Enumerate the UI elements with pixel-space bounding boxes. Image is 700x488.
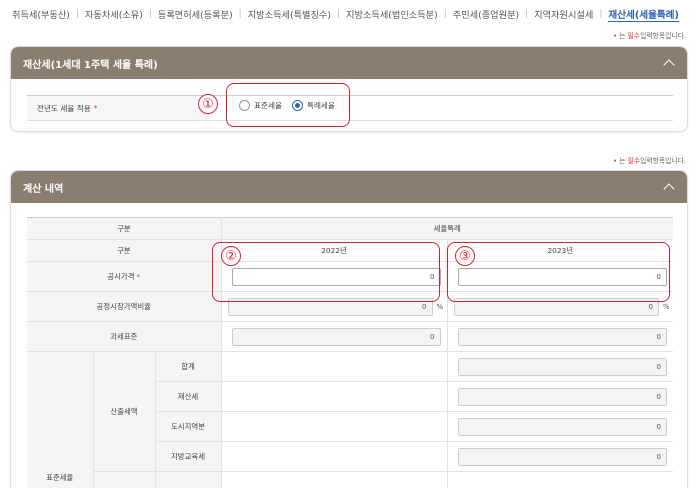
annotation-box-3: [447, 242, 670, 302]
education-tax-2023-field: 0: [457, 447, 668, 466]
standard-rate-group: 표준세율: [27, 351, 94, 488]
required-note-2: • 는 필수입력항목입니다.: [613, 157, 686, 165]
table-header-row: 구분 세율특례: [27, 217, 674, 240]
chevron-up-icon[interactable]: [663, 181, 675, 193]
calculated-tax-group: 산출세액: [93, 351, 156, 472]
tab-local-income-corporate[interactable]: 지방소득세(법인소득분): [346, 7, 438, 21]
annotation-box-1: [226, 83, 350, 127]
tax-type-nav: 취득세(부동산) | 자동차세(소유) | 등록면허세(등록분) | 지방소득세(특별…: [0, 0, 700, 28]
panel-title: 재산세(1세대 1주택 세율 특례): [23, 59, 158, 71]
required-note: • 는 필수입력항목입니다.: [613, 32, 686, 40]
table-row: 표준세율 산출세액 합계 0: [27, 351, 674, 488]
sum-label: 합계: [155, 351, 222, 382]
property-tax-2023-field: 0: [457, 387, 668, 406]
annotation-box-2: [212, 242, 440, 302]
annotation-badge-1: ①: [198, 94, 218, 114]
tab-vehicle-tax[interactable]: 자동차세(소유): [85, 7, 143, 21]
tab-acquisition-tax[interactable]: 취득세(부동산): [12, 7, 70, 21]
ratio-label: 공정시장가액비율: [27, 291, 222, 322]
rate-option-row: 전년도 세율 적용 * 표준세율 특례세율: [27, 95, 673, 121]
panel-title: 계산 내역: [23, 183, 64, 195]
tax-base-2022-field: 0: [231, 327, 441, 346]
tab-registration-tax[interactable]: 등록면허세(등록분): [158, 7, 233, 21]
tab-regional-resource-tax[interactable]: 지역자원시설세: [534, 7, 593, 21]
tab-property-tax-special[interactable]: 재산세(세율특례): [608, 7, 679, 22]
header-category: 구분: [27, 217, 222, 240]
panel-header: 계산 내역: [11, 171, 687, 203]
table-row: 과세표준 0 0: [27, 321, 674, 352]
chevron-up-icon[interactable]: [663, 57, 675, 69]
annotation-badge-2: ②: [221, 246, 241, 266]
property-tax-label: 재산세: [155, 381, 222, 412]
tax-base-2023-field: 0: [457, 327, 668, 346]
rate-option-label: 전년도 세율 적용 *: [27, 96, 207, 120]
price-label: 공시가격 *: [27, 261, 222, 292]
education-tax-label: 지방교육세: [155, 441, 222, 472]
tab-local-income-special[interactable]: 지방소득세(특별징수): [248, 7, 331, 21]
urban-area-2023-field: 0: [457, 417, 668, 436]
tax-base-label: 과세표준: [27, 321, 222, 352]
table-row: [27, 471, 674, 488]
urban-area-label: 도시지역분: [155, 411, 222, 442]
header-special-rate: 세율특례: [221, 217, 674, 240]
year-label: 구분: [27, 239, 222, 262]
sum-2023-field: 0: [457, 357, 668, 376]
tab-resident-tax[interactable]: 주민세(종업원분): [453, 7, 519, 21]
calculation-panel: 계산 내역 구분 세율특례 구분 2022년 2023년 공시가격 * 0 0 공…: [10, 170, 688, 488]
panel-header: 재산세(1세대 1주택 세율 특례): [11, 47, 687, 79]
annotation-badge-3: ③: [455, 246, 475, 266]
